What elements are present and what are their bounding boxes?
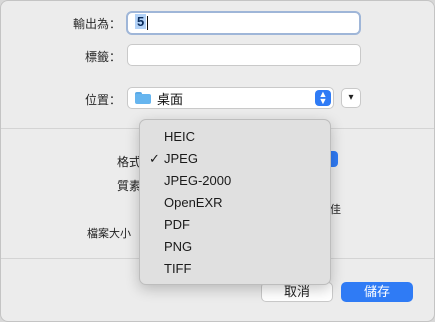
- menu-item-jpeg-2000[interactable]: JPEG-2000: [140, 170, 330, 192]
- menu-item-pdf[interactable]: PDF: [140, 214, 330, 236]
- tags-label: 標籤：: [84, 50, 121, 64]
- location-value: 桌面: [157, 91, 184, 107]
- text-caret: [147, 15, 149, 30]
- menu-item-label: JPEG-2000: [164, 173, 232, 188]
- menu-item-tiff[interactable]: TIFF: [140, 258, 330, 280]
- menu-item-label: HEIC: [164, 129, 196, 144]
- file-size-label: 檔案大小: [87, 228, 131, 240]
- quality-label: 質素: [117, 179, 142, 193]
- expand-chevron-down-icon[interactable]: ▾: [341, 88, 361, 108]
- export-as-selected-text: 5: [135, 14, 147, 29]
- export-as-label: 輸出為：: [72, 17, 121, 31]
- menu-item-heic[interactable]: HEIC: [140, 126, 330, 148]
- format-menu: HEIC ✓ JPEG JPEG-2000 OpenEXR PDF PNG TIF…: [139, 119, 331, 285]
- location-label: 位置：: [84, 93, 121, 107]
- menu-item-png[interactable]: PNG: [140, 236, 330, 258]
- save-button[interactable]: 儲存: [341, 282, 413, 302]
- menu-item-label: OpenEXR: [164, 195, 223, 210]
- menu-item-label: TIFF: [164, 261, 192, 276]
- menu-item-label: PNG: [164, 239, 193, 254]
- tags-input[interactable]: [127, 44, 361, 66]
- location-popup[interactable]: 桌面: [127, 87, 334, 109]
- location-updown-icon[interactable]: ▲ ▼: [315, 90, 331, 106]
- cancel-button[interactable]: 取消: [261, 282, 333, 302]
- export-as-input[interactable]: 5: [126, 11, 361, 35]
- format-label: 格式: [117, 155, 142, 169]
- checkmark-icon: ✓: [149, 151, 160, 166]
- menu-item-label: JPEG: [164, 151, 198, 166]
- folder-icon: [135, 92, 151, 104]
- menu-item-openexr[interactable]: OpenEXR: [140, 192, 330, 214]
- menu-item-jpeg[interactable]: ✓ JPEG: [140, 148, 330, 170]
- save-dialog: 輸出為： 5 標籤： 位置： 桌面 ▲ ▼ ▾ 格式 質素 檔案大小 佳 取消 儲…: [0, 0, 435, 322]
- menu-item-label: PDF: [164, 217, 190, 232]
- quality-max-label: 佳: [330, 204, 341, 216]
